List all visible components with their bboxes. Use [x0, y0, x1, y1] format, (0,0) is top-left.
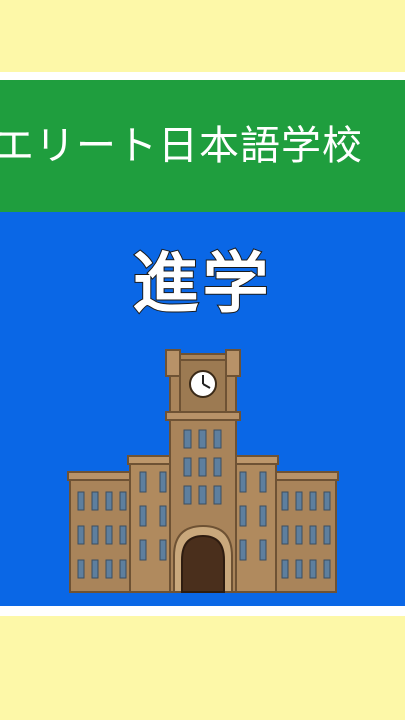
page-heading: 進学	[132, 244, 273, 323]
university-building-icon	[67, 349, 339, 593]
school-name: エリート日本語学校	[0, 123, 363, 169]
top-divider	[0, 72, 405, 80]
bottom-divider	[0, 606, 405, 616]
school-banner: エリート日本語学校	[0, 80, 405, 212]
page: エリート日本語学校 進学	[0, 0, 405, 720]
